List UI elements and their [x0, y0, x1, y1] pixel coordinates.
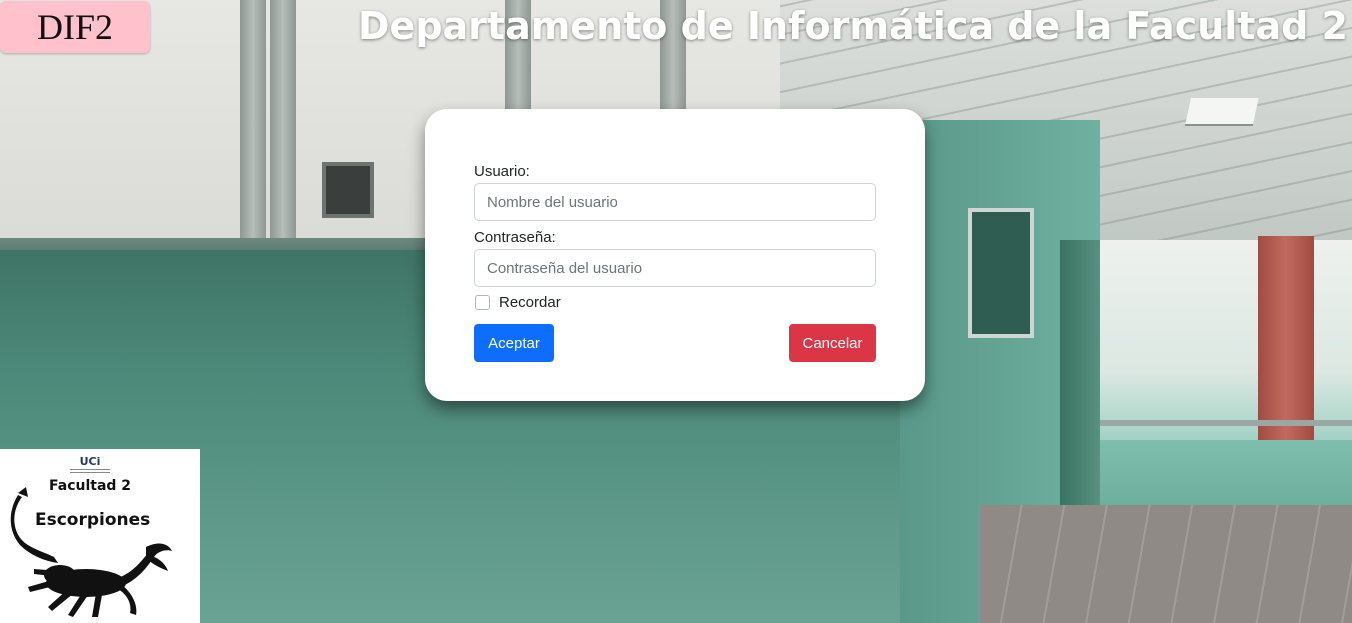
balcony-lower-wall [1100, 440, 1352, 510]
pillar [1060, 240, 1100, 540]
brand-badge[interactable]: DIF2 [0, 1, 150, 53]
remember-label[interactable]: Recordar [499, 294, 561, 311]
wall-vent [322, 162, 374, 218]
logo-team-text: Escorpiones [35, 510, 151, 530]
remember-row: Recordar [474, 291, 876, 313]
password-input[interactable] [474, 249, 876, 287]
balcony-rail [1100, 420, 1352, 426]
password-label: Contraseña: [474, 229, 556, 246]
floor-tiles [980, 505, 1352, 623]
username-input[interactable] [474, 183, 876, 221]
logo-faculty-text: Facultad 2 [49, 478, 132, 494]
scorpion-icon [10, 487, 172, 617]
uci-mark: UCi [79, 455, 101, 468]
uci-mark-underline [70, 469, 110, 473]
window-mullion [240, 0, 266, 270]
accept-button[interactable]: Aceptar [474, 324, 554, 362]
username-label: Usuario: [474, 163, 530, 180]
login-card: Usuario: Contraseña: Recordar Aceptar Ca… [425, 109, 925, 401]
ceiling-light [1185, 98, 1259, 124]
door-window [968, 208, 1034, 338]
red-column [1258, 236, 1314, 442]
button-row: Aceptar Cancelar [474, 324, 876, 362]
page-title: Departamento de Informática de la Facult… [358, 4, 1348, 48]
faculty-logo: UCi Facultad 2 Escorpiones [0, 449, 200, 623]
cancel-button[interactable]: Cancelar [789, 324, 876, 362]
window-mullion [270, 0, 296, 270]
remember-checkbox[interactable] [475, 294, 490, 310]
